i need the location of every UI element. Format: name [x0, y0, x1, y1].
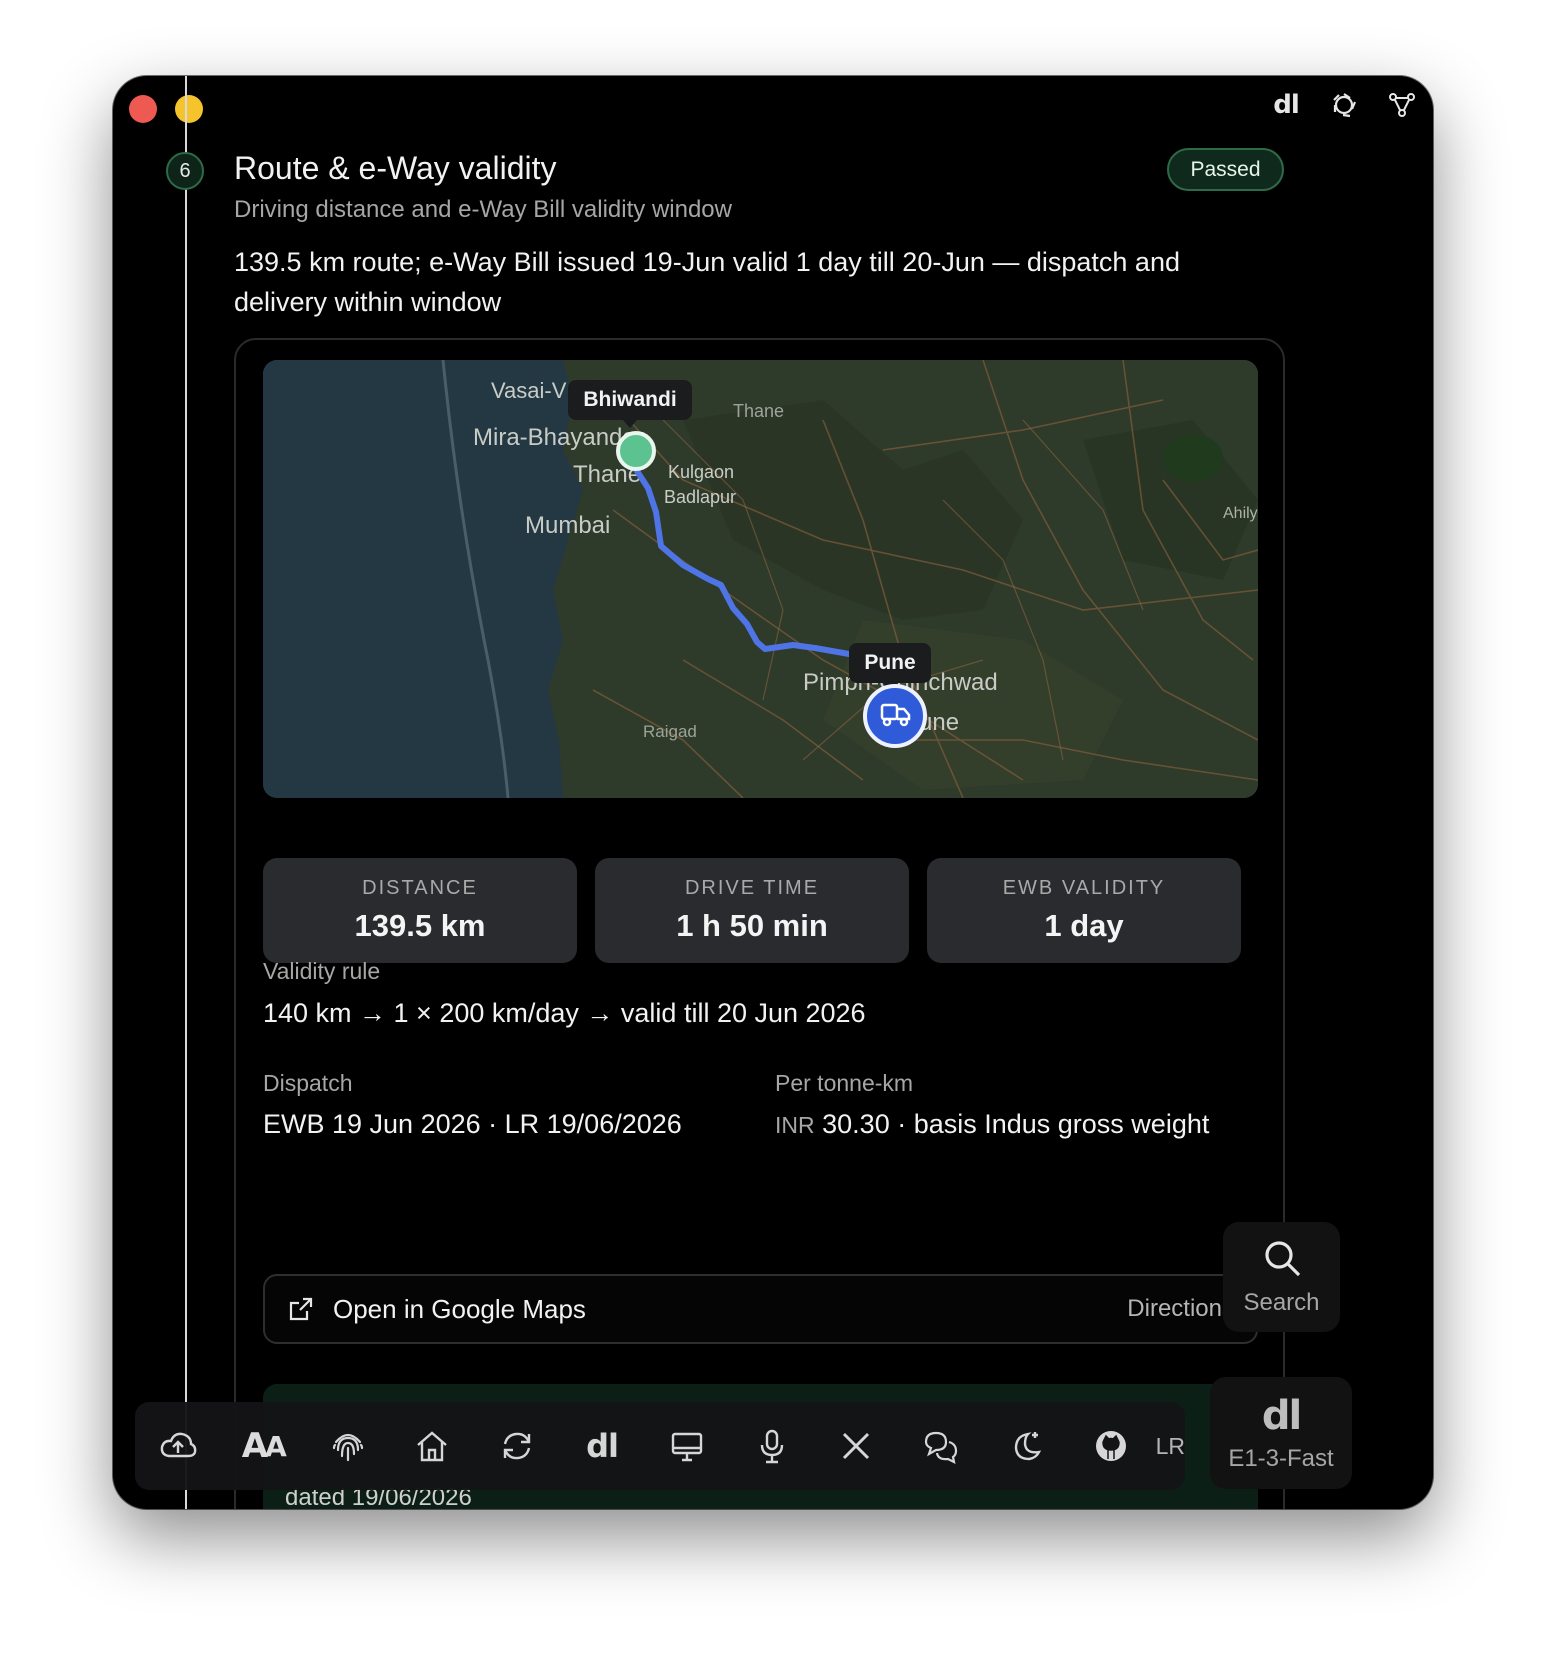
- svg-text:Kulgaon: Kulgaon: [668, 462, 734, 482]
- per-tonne-value: INR 30.30 · basis Indus gross weight: [775, 1109, 1209, 1140]
- stat-value: 1 h 50 min: [676, 908, 828, 943]
- svg-text:Vasai-V: Vasai-V: [491, 378, 567, 403]
- app-window: dl 6 Route & e-Way validity Driving dist…: [113, 76, 1433, 1509]
- external-link-icon: [289, 1297, 313, 1321]
- svg-text:Badlapur: Badlapur: [664, 487, 736, 507]
- top-toolbar: dl: [1271, 90, 1417, 120]
- chat-bubbles-icon[interactable]: [920, 1424, 962, 1468]
- stat-value: 1 day: [1044, 908, 1124, 943]
- github-icon[interactable]: [1090, 1424, 1132, 1468]
- model-selector-button[interactable]: dl E1-3-Fast: [1210, 1377, 1352, 1489]
- minimize-window-button[interactable]: [175, 95, 203, 123]
- destination-label: Pune: [864, 651, 916, 674]
- dl-logo-icon[interactable]: dl: [1271, 90, 1301, 120]
- route-card: Vasai-V Mira-Bhayandar Thane Thane Kulga…: [234, 338, 1285, 1509]
- microphone-icon[interactable]: [751, 1424, 793, 1468]
- stats-row: DISTANCE 139.5 km DRIVE TIME 1 h 50 min …: [263, 858, 1241, 963]
- fingerprint-icon[interactable]: [327, 1424, 369, 1468]
- svg-text:Thane: Thane: [733, 401, 784, 421]
- stat-drive-time: DRIVE TIME 1 h 50 min: [595, 858, 909, 963]
- stat-label: DISTANCE: [362, 877, 478, 899]
- step-title: Route & e-Way validity: [234, 150, 557, 186]
- model-label: E1-3-Fast: [1228, 1445, 1334, 1472]
- open-google-maps-button[interactable]: Open in Google Maps Directions: [263, 1274, 1258, 1344]
- stat-value: 139.5 km: [354, 908, 486, 943]
- lr-label: LR: [1155, 1432, 1185, 1459]
- origin-label: Bhiwandi: [583, 388, 677, 411]
- home-icon[interactable]: [412, 1424, 454, 1468]
- dispatch-value: EWB 19 Jun 2026 · LR 19/06/2026: [263, 1109, 682, 1139]
- dl-logo-icon[interactable]: dl: [581, 1424, 623, 1468]
- x-logo-icon[interactable]: [835, 1424, 877, 1468]
- stat-label: DRIVE TIME: [684, 877, 820, 899]
- search-button[interactable]: Search: [1223, 1222, 1340, 1332]
- moon-stars-icon[interactable]: [1005, 1424, 1047, 1468]
- step-number: 6: [166, 152, 204, 190]
- monitor-icon[interactable]: [666, 1424, 708, 1468]
- close-window-button[interactable]: [129, 95, 157, 123]
- directions-label: Directions: [1127, 1295, 1234, 1322]
- text-aa-icon[interactable]: AA: [242, 1424, 287, 1468]
- search-icon: [1264, 1241, 1300, 1277]
- validity-rule-value: 140 km → 1 × 200 km/day → valid till 20 …: [263, 998, 866, 1028]
- refresh-icon[interactable]: [496, 1424, 538, 1468]
- openai-icon[interactable]: [1329, 90, 1359, 120]
- svg-text:Ahilya: Ahilya: [1223, 505, 1258, 522]
- svg-text:Mumbai: Mumbai: [525, 512, 610, 539]
- bottom-dock: AA dl LR: [135, 1402, 1185, 1490]
- svg-text:Raigad: Raigad: [643, 722, 697, 741]
- dispatch-label: Dispatch: [263, 1070, 353, 1096]
- graph-nodes-icon[interactable]: [1387, 90, 1417, 120]
- timeline-line: [185, 76, 187, 1509]
- step-summary: 139.5 km route; e-Way Bill issued 19-Jun…: [234, 247, 1180, 317]
- step-subtitle: Driving distance and e-Way Bill validity…: [234, 196, 732, 223]
- validity-rule-label: Validity rule: [263, 958, 381, 984]
- dl-logo-icon: dl: [1261, 1393, 1302, 1439]
- google-maps-label: Open in Google Maps: [333, 1293, 586, 1324]
- stat-distance: DISTANCE 139.5 km: [263, 858, 577, 963]
- currency-unit: INR: [775, 1112, 815, 1138]
- status-badge: Passed: [1167, 148, 1284, 191]
- search-label: Search: [1243, 1289, 1320, 1316]
- stat-label: EWB VALIDITY: [1002, 877, 1166, 899]
- per-tonne-label: Per tonne-km: [775, 1070, 914, 1096]
- cloud-upload-icon[interactable]: [157, 1424, 199, 1468]
- per-tonne-amount: 30.30 · basis Indus gross weight: [822, 1109, 1210, 1139]
- stat-ewb-validity: EWB VALIDITY 1 day: [927, 858, 1241, 963]
- route-map[interactable]: Vasai-V Mira-Bhayandar Thane Thane Kulga…: [263, 360, 1258, 798]
